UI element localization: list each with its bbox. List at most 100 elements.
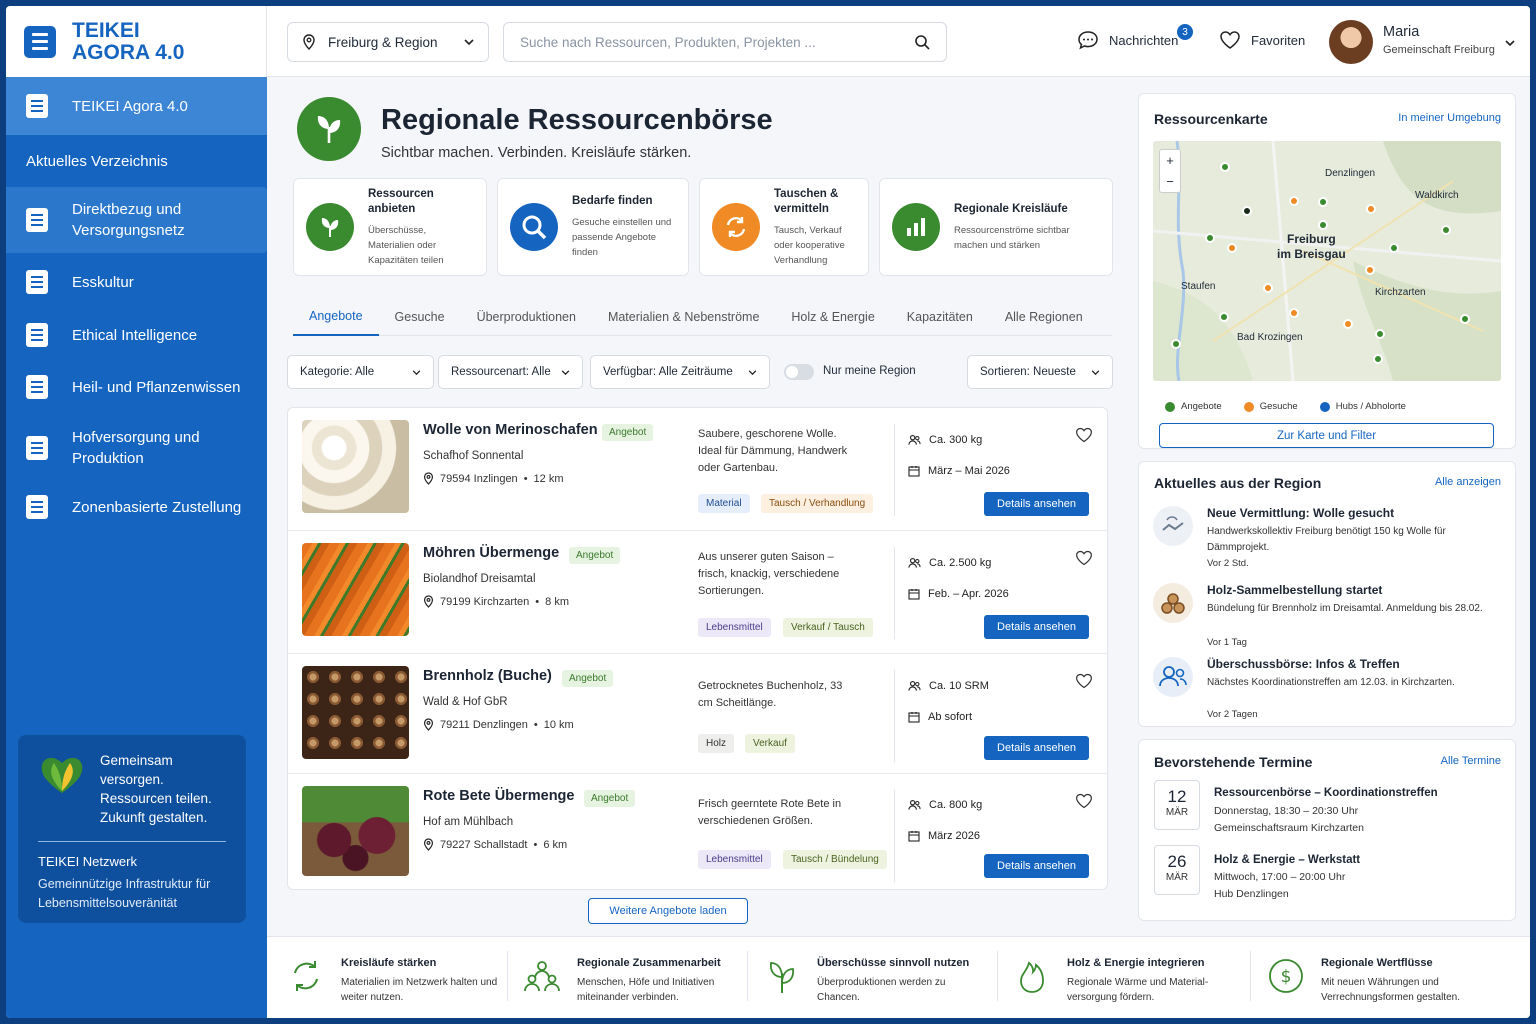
carrots-image	[302, 543, 409, 636]
sort-select[interactable]: Sortieren: Neueste	[967, 355, 1113, 389]
details-button[interactable]: Details ansehen	[984, 492, 1089, 516]
people-group-icon	[1153, 657, 1193, 697]
sidebar-item-zustellung[interactable]: Zonenbasierte Zustellung	[6, 481, 267, 533]
category-select[interactable]: Kategorie: Alle	[287, 355, 434, 389]
news-item[interactable]: Neue Vermittlung: Wolle gesucht Handwerk…	[1153, 506, 1503, 572]
offer-marker[interactable]	[1318, 197, 1328, 207]
offer-marker[interactable]	[1389, 243, 1399, 253]
offer-marker[interactable]	[1373, 354, 1383, 364]
footer-item: Regionale Zusammenarbeit Menschen, Höfe u…	[523, 957, 743, 1005]
details-button[interactable]: Details ansehen	[984, 736, 1089, 760]
list-item[interactable]: Brennholz (Buche) Angebot Wald & Hof GbR…	[288, 654, 1107, 774]
offer-marker[interactable]	[1441, 225, 1451, 235]
offer-marker[interactable]	[1219, 312, 1229, 322]
search-input[interactable]: Suche nach Ressourcen, Produkten, Projek…	[520, 35, 914, 50]
action-card-offer[interactable]: Ressourcen anbieten Überschüsse, Material…	[293, 178, 487, 276]
handshake-icon	[1153, 506, 1193, 546]
resource-map[interactable]: + − Denzlingen Waldkirch Freiburg im Bre…	[1153, 141, 1501, 381]
document-icon	[26, 495, 48, 519]
favorite-heart-icon[interactable]	[1075, 549, 1093, 567]
offer-marker[interactable]	[1318, 220, 1328, 230]
listing-farm: Biolandhof Dreisamtal	[423, 573, 536, 585]
action-card-search[interactable]: Bedarfe finden Gesuche einstellen und pas…	[497, 178, 689, 276]
sidebar-item-esskultur[interactable]: Esskultur	[6, 253, 267, 311]
chevron-down-icon	[464, 39, 474, 45]
details-button[interactable]: Details ansehen	[984, 615, 1089, 639]
page-title: Regionale Ressourcenbörse	[381, 104, 773, 136]
list-item[interactable]: Möhren Übermenge Angebot Biolandhof Drei…	[288, 531, 1107, 654]
heart-leaf-icon	[41, 757, 83, 793]
request-marker[interactable]	[1343, 319, 1353, 329]
news-item[interactable]: Überschussbörse: Infos & Treffen Nächste…	[1153, 657, 1503, 723]
request-marker[interactable]	[1227, 243, 1237, 253]
all-events-link[interactable]: Alle Termine	[1441, 755, 1501, 767]
search-icon[interactable]	[914, 34, 930, 50]
amount-value: Ca. 2.500 kg	[929, 557, 992, 569]
load-more-button[interactable]: Weitere Angebote laden	[588, 898, 748, 924]
favorite-heart-icon[interactable]	[1075, 792, 1093, 810]
event-title[interactable]: Holz & Energie – Werkstatt	[1214, 854, 1360, 866]
sidebar-item-hofversorgung[interactable]: Hofversorgung und Produktion	[6, 415, 267, 481]
tab-ueberproduktionen[interactable]: Überproduktionen	[461, 298, 592, 336]
listing-title[interactable]: Wolle von Merinoschafen	[423, 422, 598, 438]
offer-marker[interactable]	[1205, 233, 1215, 243]
zoom-in-button[interactable]: +	[1160, 150, 1180, 171]
listing-title[interactable]: Brennholz (Buche)	[423, 668, 552, 684]
tab-kapazitaeten[interactable]: Kapazitäten	[891, 298, 989, 336]
sidebar-item-direktbezug[interactable]: Direktbezug und Versorgungsnetz	[6, 187, 267, 253]
messages-count-badge: 3	[1177, 24, 1193, 40]
search-field[interactable]: Suche nach Ressourcen, Produkten, Projek…	[503, 22, 947, 62]
messages-button[interactable]: Nachrichten	[1077, 30, 1178, 50]
details-button[interactable]: Details ansehen	[984, 854, 1089, 878]
list-item[interactable]: Wolle von Merinoschafen Angebot Schafhof…	[288, 408, 1107, 531]
hub-marker[interactable]	[1242, 206, 1252, 216]
action-card-exchange[interactable]: Tauschen & vermitteln Tausch, Verkauf ode…	[699, 178, 869, 276]
request-marker[interactable]	[1289, 196, 1299, 206]
request-marker[interactable]	[1365, 265, 1375, 275]
sidebar-item-ethical-intelligence[interactable]: Ethical Intelligence	[6, 311, 267, 359]
tab-gesuche[interactable]: Gesuche	[379, 298, 461, 336]
request-marker[interactable]	[1366, 204, 1376, 214]
resource-type-select[interactable]: Ressourcenart: Alle	[438, 355, 583, 389]
sidebar-item-home[interactable]: TEIKEI Agora 4.0	[6, 77, 267, 135]
tab-materialien[interactable]: Materialien & Nebenströme	[592, 298, 775, 336]
legend-requests: Gesuche	[1243, 401, 1298, 412]
offer-marker[interactable]	[1375, 329, 1385, 339]
favorite-heart-icon[interactable]	[1075, 426, 1093, 444]
sidebar-item-label: Ethical Intelligence	[72, 326, 198, 344]
news-item[interactable]: Holz-Sammelbestellung startet Bündelung …	[1153, 583, 1503, 649]
listing-title[interactable]: Möhren Übermenge	[423, 545, 559, 561]
avatar[interactable]	[1329, 20, 1373, 64]
offer-marker[interactable]	[1171, 339, 1181, 349]
listing-distance: 8 km	[545, 595, 569, 608]
offer-marker[interactable]	[1460, 314, 1470, 324]
brand-logo[interactable]: TEIKEI AGORA 4.0	[6, 6, 267, 77]
region-select[interactable]: Freiburg & Region	[287, 22, 489, 62]
only-region-toggle[interactable]	[784, 364, 814, 380]
tab-angebote[interactable]: Angebote	[293, 298, 379, 336]
tab-holz-energie[interactable]: Holz & Energie	[775, 298, 890, 336]
favorite-heart-icon[interactable]	[1075, 672, 1093, 690]
event-title[interactable]: Ressourcenbörse – Koordinationstreffen	[1214, 787, 1438, 799]
listing-title[interactable]: Rote Bete Übermenge	[423, 788, 574, 804]
nearby-link[interactable]: In meiner Umgebung	[1398, 112, 1501, 124]
request-marker[interactable]	[1263, 283, 1273, 293]
favorites-button[interactable]: Favoriten	[1219, 30, 1305, 50]
show-all-news-link[interactable]: Alle anzeigen	[1435, 476, 1501, 488]
zoom-out-button[interactable]: −	[1160, 171, 1180, 192]
chevron-down-icon[interactable]	[1505, 40, 1515, 46]
action-card-cycles[interactable]: Regionale Kreisläufe Ressourcenströme sic…	[879, 178, 1113, 276]
listing-farm: Hof am Mühlbach	[423, 816, 514, 828]
sidebar-item-heilwissen[interactable]: Heil- und Pflanzenwissen	[6, 359, 267, 415]
request-marker[interactable]	[1289, 308, 1299, 318]
user-menu[interactable]: Maria Gemeinschaft Freiburg	[1383, 24, 1495, 56]
footer-item: Überschüsse sinnvoll nutzen Überproduktio…	[763, 957, 983, 1005]
tab-alle-regionen[interactable]: Alle Regionen	[989, 298, 1099, 336]
offer-marker[interactable]	[1220, 162, 1230, 172]
availability-select[interactable]: Verfügbar: Alle Zeiträume	[590, 355, 770, 389]
chevron-down-icon	[748, 369, 757, 375]
open-map-button[interactable]: Zur Karte und Filter	[1159, 423, 1494, 448]
list-item[interactable]: Rote Bete Übermenge Angebot Hof am Mühlb…	[288, 774, 1107, 891]
sidebar-item-label: Heil- und Pflanzenwissen	[72, 378, 241, 396]
news-time: Vor 2 Tagen	[1207, 709, 1258, 720]
